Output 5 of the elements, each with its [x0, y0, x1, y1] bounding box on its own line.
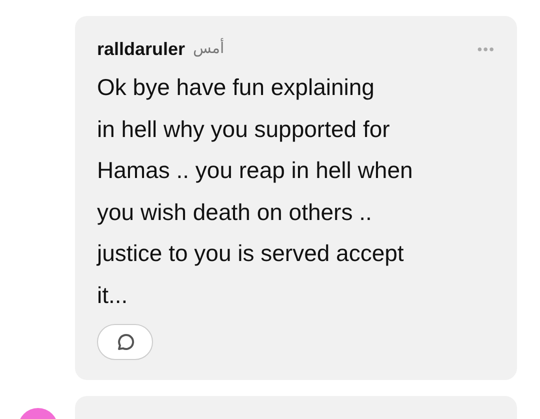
- reply-button[interactable]: [97, 324, 153, 360]
- timestamp: أمس: [193, 38, 224, 60]
- username[interactable]: ralldaruler: [97, 36, 186, 63]
- speech-bubble-icon: [115, 332, 135, 352]
- comment-text: Ok bye have fun explaining in hell why you supported for Hamas .. you reap in hell when you wish death on others .. justice to you is served accept it...: [97, 73, 414, 310]
